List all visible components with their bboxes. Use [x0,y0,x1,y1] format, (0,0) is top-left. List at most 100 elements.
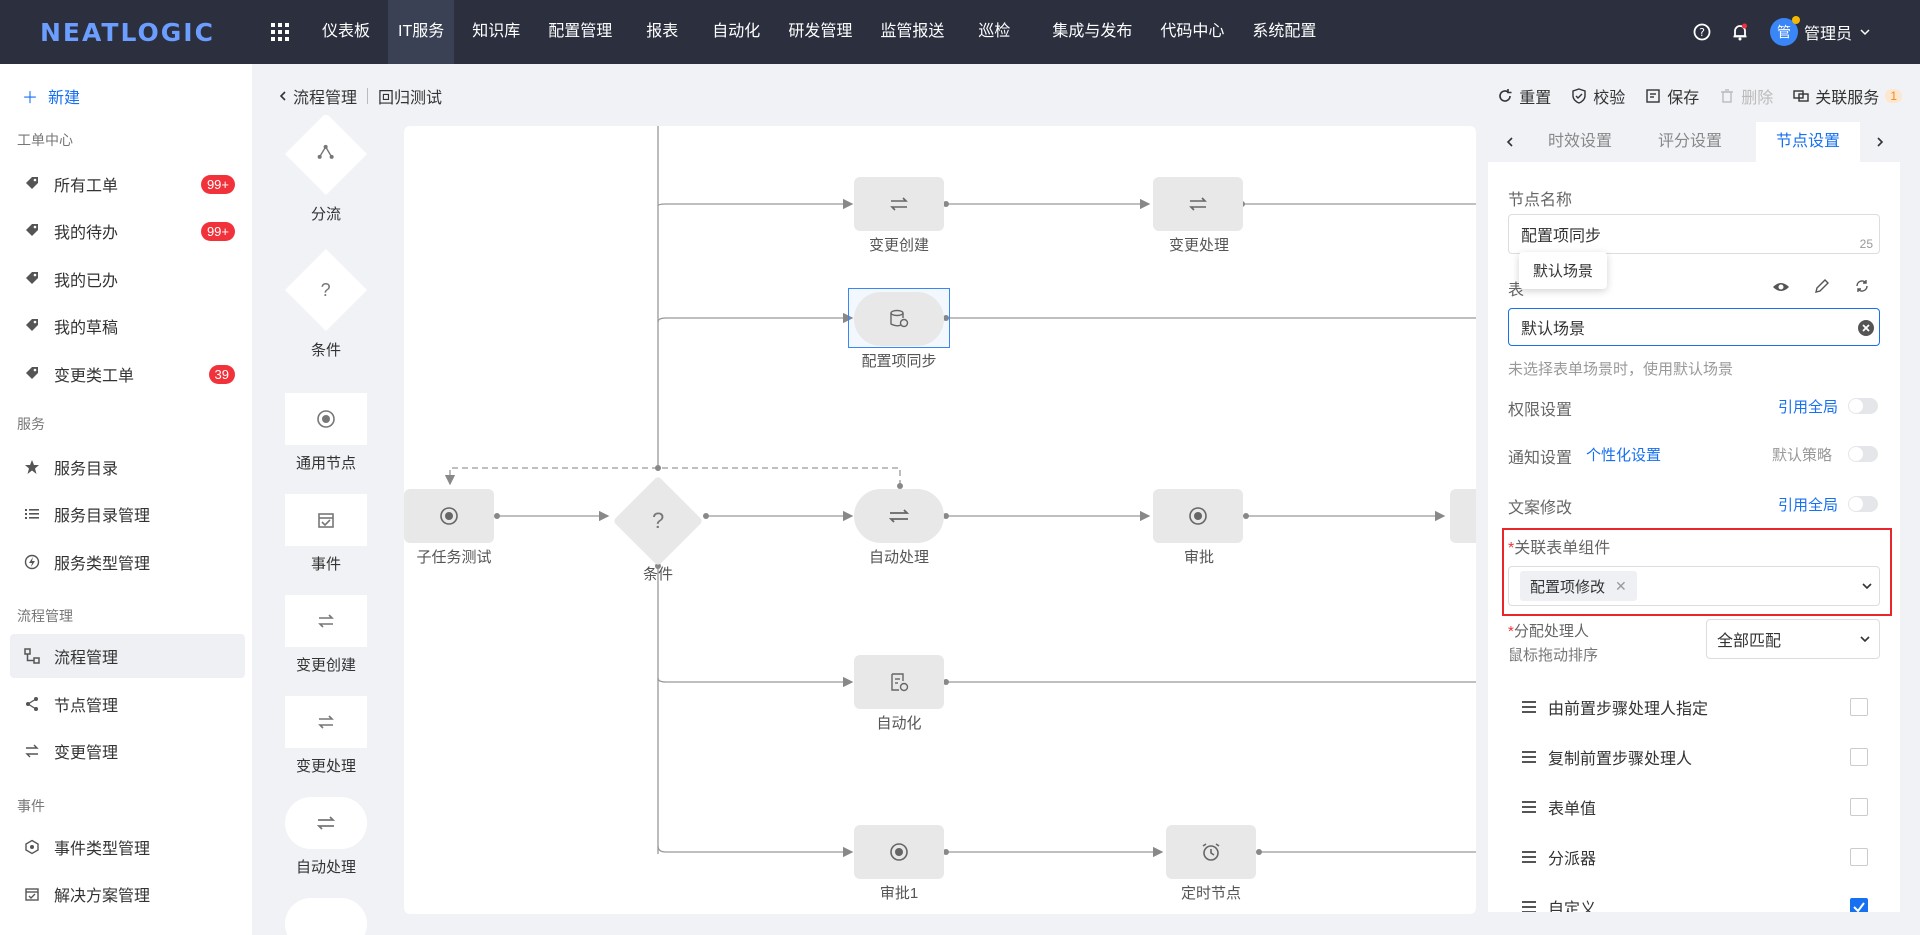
chevron-left-icon[interactable] [277,90,289,102]
assign-match-select[interactable]: 全部匹配 [1706,619,1880,659]
eye-icon[interactable] [1772,280,1790,294]
flow-node-timer[interactable] [1166,825,1256,879]
validate-button[interactable]: 校验 [1571,84,1625,108]
assign-row-checkbox[interactable] [1850,748,1868,766]
clear-icon[interactable] [1857,319,1875,337]
permission-ref-global-link[interactable]: 引用全局 [1778,396,1838,417]
nav-inspection[interactable]: 巡检 [968,0,1020,64]
drag-handle-icon[interactable] [1522,751,1536,763]
nav-dashboard[interactable]: 仪表板 [312,0,380,64]
help-icon[interactable]: ? [1692,22,1712,42]
sidebar-item-my-draft[interactable]: 我的草稿 [10,304,245,348]
flow-node-subtask[interactable] [404,489,494,543]
sidebar-item-solution-mgmt[interactable]: 解决方案管理 [10,872,245,916]
copy-edit-toggle[interactable] [1848,496,1878,512]
sidebar-item-node-mgmt[interactable]: 节点管理 [10,682,245,726]
assign-row[interactable]: 分派器 [1522,842,1868,872]
node-name-input[interactable]: 配置项同步 25 [1508,214,1880,254]
permission-toggle[interactable] [1848,398,1878,414]
nav-cmdb[interactable]: 配置管理 [538,0,622,64]
copy-ref-global-link[interactable]: 引用全局 [1778,494,1838,515]
assign-row[interactable]: 由前置步骤处理人指定 [1522,692,1868,722]
drag-handle-icon[interactable] [1522,851,1536,863]
nav-report[interactable]: 报表 [636,0,688,64]
sidebar-item-catalog-mgmt[interactable]: 服务目录管理 [10,492,245,536]
nav-integration[interactable]: 集成与发布 [1042,0,1142,64]
chevron-right-icon[interactable] [1874,136,1886,148]
assign-row-checkbox[interactable] [1850,798,1868,816]
top-right-tools: ? 管 管理员 [1674,0,1870,64]
nav-code-center[interactable]: 代码中心 [1150,0,1234,64]
breadcrumb-separator [367,88,369,104]
palette-item-condition[interactable]: ? 条件 [282,248,370,360]
assign-row-checkbox[interactable] [1850,848,1868,866]
flow-node-offscreen[interactable] [1450,489,1476,543]
related-service-button[interactable]: 关联服务 1 [1793,84,1902,108]
nav-system-config[interactable]: 系统配置 [1242,0,1326,64]
palette-item-auto-process[interactable]: 自动处理 [282,797,370,877]
tab-timeliness[interactable]: 时效设置 [1530,122,1630,162]
sync-icon[interactable] [1854,278,1870,294]
chevron-left-icon[interactable] [1504,136,1516,148]
flow-node-automation[interactable] [854,655,944,709]
flow-node-approve1[interactable] [854,825,944,879]
delete-button[interactable]: 删除 [1719,84,1773,108]
reset-button[interactable]: 重置 [1497,84,1551,108]
tab-scoring[interactable]: 评分设置 [1640,122,1740,162]
form-scene-select[interactable]: 默认场景 [1508,308,1880,346]
form-component-tag[interactable]: 配置项修改 ✕ [1520,571,1637,601]
breadcrumb-parent[interactable]: 流程管理 [293,84,357,108]
nav-knowledge[interactable]: 知识库 [462,0,530,64]
sidebar-item-change-orders[interactable]: 变更类工单 39 [10,352,245,396]
flow-canvas[interactable]: 变更创建 变更处理 配置项同步 子任务测试 ? 条件 自动处理 审批 自动化 审… [404,126,1476,914]
chevron-down-icon[interactable] [1861,580,1873,592]
assign-row-checkbox[interactable] [1850,898,1868,912]
sidebar-item-label: 流程管理 [54,650,119,667]
save-button[interactable]: 保存 [1645,84,1699,108]
assign-row-checkbox[interactable] [1850,698,1868,716]
notify-toggle[interactable] [1848,446,1878,462]
sidebar-item-my-done[interactable]: 我的已办 [10,257,245,301]
palette-item-change-create[interactable]: 变更创建 [282,595,370,675]
flow-node-approve[interactable] [1153,489,1243,543]
new-button[interactable]: ＋ 新建 [22,84,80,108]
app-logo[interactable]: NEATLOGIC [40,18,215,47]
flow-node-auto-process[interactable] [854,489,944,543]
nav-it-service[interactable]: IT服务 [388,0,455,64]
nav-rd[interactable]: 研发管理 [778,0,862,64]
user-name[interactable]: 管理员 [1804,20,1852,44]
sidebar-item-all-orders[interactable]: 所有工单 99+ [10,162,245,206]
chevron-down-icon[interactable] [1860,27,1870,37]
flow-node-ci-sync[interactable] [854,292,944,346]
notify-custom-link[interactable]: 个性化设置 [1586,444,1661,465]
palette-item-general-node[interactable]: 通用节点 [282,393,370,473]
palette-item-split[interactable]: 分流 [282,115,370,224]
drag-handle-icon[interactable] [1522,901,1536,912]
drag-handle-icon[interactable] [1522,701,1536,713]
avatar[interactable]: 管 [1769,16,1800,46]
sidebar-item-my-todo[interactable]: 我的待办 99+ [10,209,245,253]
app-grid-icon[interactable] [270,22,290,42]
edit-icon[interactable] [1814,278,1830,294]
palette-item-change-handle[interactable]: 变更处理 [282,696,370,776]
assign-row[interactable]: 自定义 [1522,892,1868,912]
sidebar-item-flow-mgmt[interactable]: 流程管理 [10,634,245,678]
nav-regulatory[interactable]: 监管报送 [870,0,954,64]
palette-item-more[interactable] [282,898,370,935]
flow-node-change-create[interactable] [854,177,944,231]
drag-handle-icon[interactable] [1522,801,1536,813]
sidebar-item-change-mgmt[interactable]: 变更管理 [10,729,245,773]
assign-row[interactable]: 表单值 [1522,792,1868,822]
flow-node-change-handle[interactable] [1153,177,1243,231]
assign-row[interactable]: 复制前置步骤处理人 [1522,742,1868,772]
palette-item-event[interactable]: 事件 [282,494,370,574]
nav-automation[interactable]: 自动化 [702,0,770,64]
sidebar-item-service-catalog[interactable]: 服务目录 [10,445,245,489]
form-scene-value: 默认场景 [1521,321,1586,338]
sidebar-item-service-type-mgmt[interactable]: 服务类型管理 [10,540,245,584]
tab-node-settings[interactable]: 节点设置 [1756,122,1860,162]
tag-close-icon[interactable]: ✕ [1615,578,1627,595]
bell-icon[interactable] [1730,22,1750,42]
sidebar-item-event-type-mgmt[interactable]: 事件类型管理 [10,825,245,869]
script-icon [891,673,909,692]
